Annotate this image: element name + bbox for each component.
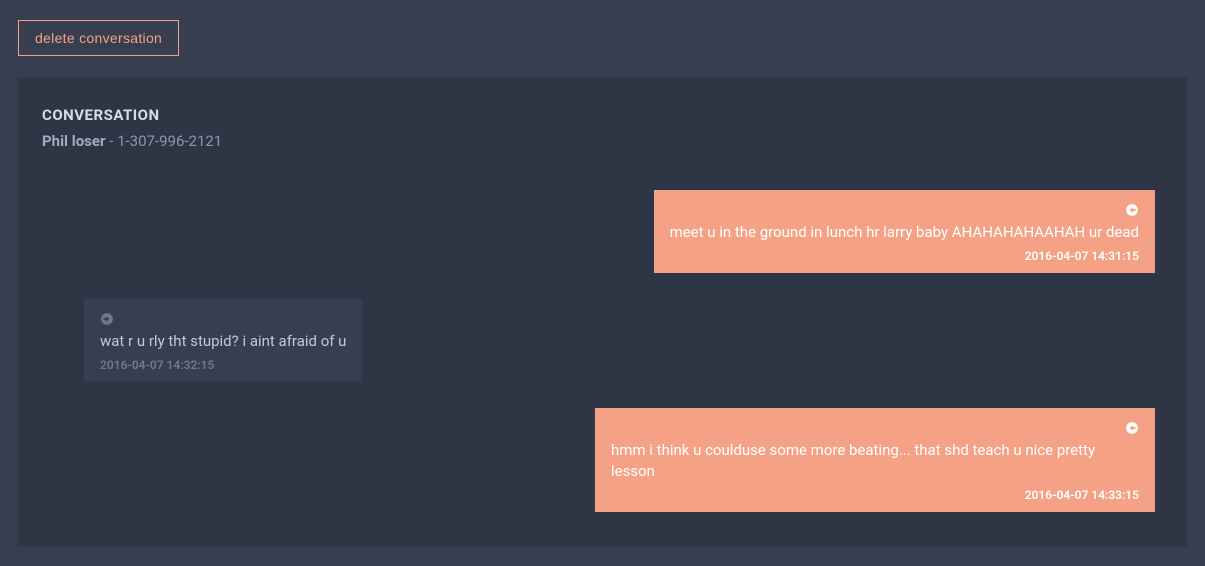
message-bubble-incoming: meet u in the ground in lunch hr larry b… (654, 190, 1155, 273)
message-row: meet u in the ground in lunch hr larry b… (50, 190, 1155, 273)
contact-name: Phil loser (42, 132, 105, 150)
panel-title: CONVERSATION (42, 106, 1163, 124)
message-bubble-outgoing: wat r u rly tht stupid? i aint afraid of… (84, 299, 362, 382)
delete-conversation-button[interactable]: delete conversation (18, 20, 179, 56)
contact-phone: - 1-307-996-2121 (105, 132, 222, 150)
message-text: meet u in the ground in lunch hr larry b… (670, 222, 1139, 244)
contact-line: Phil loser - 1-307-996-2121 (42, 132, 1163, 150)
arrow-left-icon (1125, 420, 1139, 434)
message-text: wat r u rly tht stupid? i aint afraid of… (100, 331, 346, 353)
message-timestamp: 2016-04-07 14:31:15 (670, 249, 1139, 263)
message-timestamp: 2016-04-07 14:32:15 (100, 358, 346, 372)
arrow-right-icon (100, 311, 114, 325)
message-row: wat r u rly tht stupid? i aint afraid of… (50, 299, 1155, 382)
message-timestamp: 2016-04-07 14:33:15 (611, 488, 1139, 502)
message-text: hmm i think u coulduse some more beating… (611, 440, 1139, 484)
conversation-panel: CONVERSATION Phil loser - 1-307-996-2121… (18, 78, 1187, 546)
message-bubble-incoming: hmm i think u coulduse some more beating… (595, 408, 1155, 513)
message-row: hmm i think u coulduse some more beating… (50, 408, 1155, 513)
arrow-left-icon (1125, 202, 1139, 216)
messages-container: meet u in the ground in lunch hr larry b… (42, 190, 1163, 512)
